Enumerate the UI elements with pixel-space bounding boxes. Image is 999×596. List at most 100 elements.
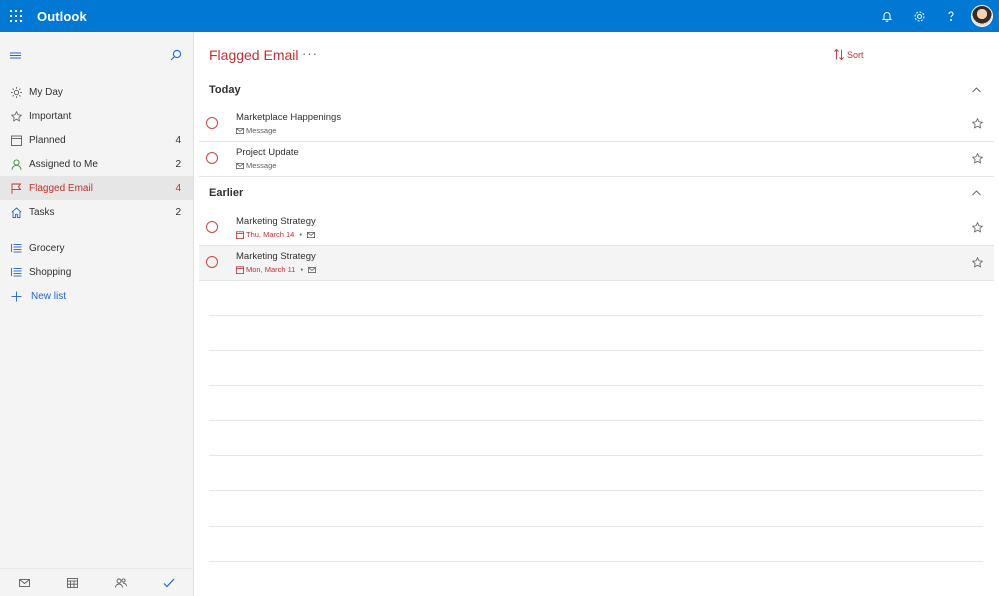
new-list-label: New list [31,290,67,302]
task-meta: Message [236,126,276,135]
sidebar-item-count: 4 [175,182,181,194]
star-icon[interactable] [972,153,983,164]
empty-row-line [209,420,983,421]
empty-row-line [209,350,983,351]
group-header-earlier[interactable]: Earlier [194,183,999,207]
page-title: Flagged Email [209,47,299,63]
complete-checkbox[interactable] [206,221,218,233]
checkmark-icon [163,578,175,587]
group-title: Earlier [209,187,244,199]
task-meta: Mon, March 11 • [236,265,317,274]
sidebar-header [0,32,193,80]
hamburger-icon[interactable] [10,50,22,60]
settings-button[interactable] [903,0,935,32]
sidebar-item-label: Planned [29,134,66,146]
group-title: Today [209,84,241,96]
people-app-button[interactable] [109,571,133,595]
star-icon[interactable] [972,118,983,129]
task-row[interactable]: Marketing Strategy Mon, March 11 • [199,246,994,281]
sun-icon [10,86,22,98]
new-list-button[interactable]: New list [0,284,193,308]
calendar-icon [236,230,244,239]
app-launcher-button[interactable] [0,0,32,32]
sort-label: Sort [847,49,864,60]
home-icon [10,206,22,218]
sidebar-item-label: Important [29,110,72,122]
task-list-panel: Flagged Email ··· Sort Today Marketplace… [194,32,999,596]
task-row[interactable]: Project Update Message [199,142,994,177]
due-date: Mon, March 11 [246,265,296,274]
mail-app-button[interactable] [12,571,36,595]
list-icon [10,266,22,278]
sidebar-item-label: Tasks [29,206,55,218]
sidebar-item-count: 4 [175,134,181,146]
task-meta: Message [236,161,276,170]
top-bar: Outlook [0,0,999,32]
sort-button[interactable]: Sort [834,49,864,60]
sidebar-item-label: Shopping [29,266,72,278]
more-options-button[interactable]: ··· [302,46,318,61]
task-meta: Thu, March 14 • [236,230,315,239]
app-switcher [0,568,193,596]
mail-icon [236,127,244,134]
calendar-icon [236,265,244,274]
chevron-up-icon[interactable] [972,87,981,93]
chevron-up-icon[interactable] [972,190,981,196]
sidebar-item-my-day[interactable]: My Day [0,80,193,104]
sidebar-item-flagged-email[interactable]: Flagged Email 4 [0,176,193,200]
mail-icon [307,231,315,238]
app-title[interactable]: Outlook [37,9,87,24]
sidebar-item-tasks[interactable]: Tasks 2 [0,200,193,224]
help-icon [948,11,954,21]
task-title: Marketing Strategy [236,251,316,262]
sidebar-item-label: My Day [29,86,63,98]
empty-row-line [209,385,983,386]
notifications-button[interactable] [871,0,903,32]
complete-checkbox[interactable] [206,117,218,129]
task-row[interactable]: Marketing Strategy Thu, March 14 • [199,211,994,246]
star-icon[interactable] [972,222,983,233]
gear-icon [914,11,924,21]
task-row[interactable]: Marketplace Happenings Message [199,107,994,142]
mail-icon [18,578,30,587]
help-button[interactable] [935,0,967,32]
sidebar-item-shopping[interactable]: Shopping [0,260,193,284]
calendar-app-button[interactable] [60,571,84,595]
empty-row-line [209,526,983,527]
task-meta-label: Message [246,161,277,170]
task-title: Marketplace Happenings [236,112,342,123]
sidebar-item-planned[interactable]: Planned 4 [0,128,193,152]
due-date: Thu, March 14 [246,230,295,239]
sidebar-item-label: Assigned to Me [29,158,98,170]
sidebar-item-assigned-to-me[interactable]: Assigned to Me 2 [0,152,193,176]
sidebar-item-count: 2 [175,206,181,218]
sidebar-item-label: Grocery [29,242,65,254]
task-title: Project Update [236,147,299,158]
sidebar-item-label: Flagged Email [29,182,93,194]
sidebar-item-important[interactable]: Important [0,104,193,128]
empty-row-line [209,561,983,562]
mail-icon [308,266,317,273]
todo-app-button[interactable] [157,571,181,595]
complete-checkbox[interactable] [206,152,218,164]
complete-checkbox[interactable] [206,256,218,268]
person-icon [10,158,22,170]
avatar[interactable] [971,5,993,27]
empty-row-line [209,490,983,491]
waffle-icon [10,10,22,22]
user-lists: Grocery Shopping New list [0,236,193,308]
empty-row-line [209,315,983,316]
sidebar-item-grocery[interactable]: Grocery [0,236,193,260]
search-icon[interactable] [170,49,182,61]
bell-icon [881,12,893,22]
sidebar: My Day Important Planned 4 Assigned to M… [0,32,194,596]
separator-dot: • [300,265,304,274]
plus-icon [10,290,22,302]
star-icon[interactable] [972,257,983,268]
task-meta-label: Message [246,126,277,135]
group-header-today[interactable]: Today [194,80,999,104]
calendar-icon [10,134,22,146]
flag-icon [10,182,22,194]
smart-lists: My Day Important Planned 4 Assigned to M… [0,80,193,224]
